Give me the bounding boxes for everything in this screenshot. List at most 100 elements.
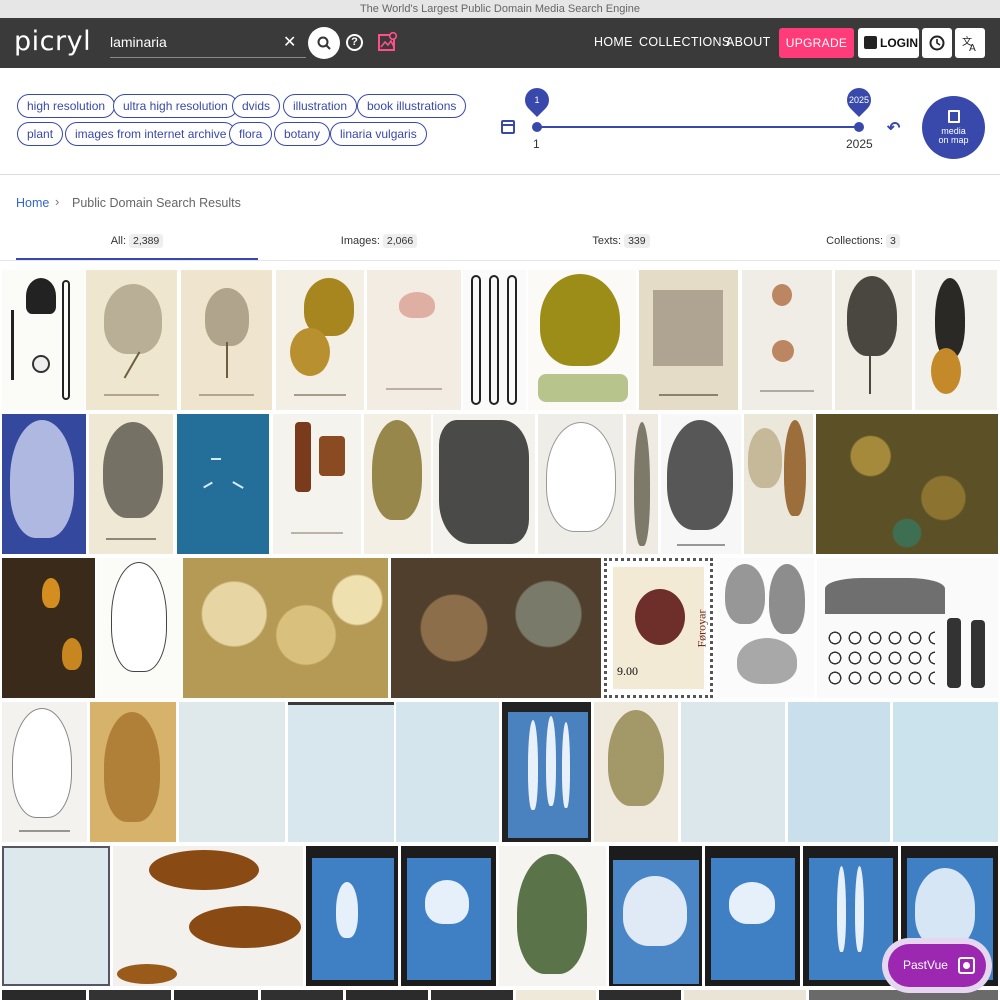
result-thumbnail[interactable] — [97, 558, 181, 698]
section-divider — [0, 174, 1000, 175]
nav-about[interactable]: ABOUT — [726, 35, 771, 49]
translate-button[interactable]: 文A — [955, 28, 985, 58]
result-thumbnail[interactable] — [717, 558, 814, 698]
chip-ultra-high-resolution[interactable]: ultra high resolution — [113, 94, 238, 118]
result-thumbnail[interactable] — [174, 990, 258, 1000]
result-thumbnail[interactable] — [599, 990, 681, 1000]
result-thumbnail[interactable] — [516, 990, 596, 1000]
result-thumbnail[interactable] — [261, 990, 343, 1000]
min-date-label: 1 — [533, 137, 540, 151]
result-thumbnail[interactable] — [742, 270, 832, 410]
history-button[interactable] — [922, 28, 952, 58]
result-thumbnail[interactable] — [816, 414, 998, 554]
result-thumbnail[interactable] — [288, 702, 394, 842]
login-button[interactable]: LOGIN — [858, 28, 919, 58]
result-thumbnail[interactable] — [306, 846, 398, 986]
result-thumbnail[interactable] — [684, 990, 806, 1000]
tab-all[interactable]: All: 2,389 — [16, 229, 258, 259]
reset-range-icon[interactable]: ↶ — [887, 118, 900, 138]
tab-texts[interactable]: Texts: 339 — [500, 229, 742, 259]
chip-plant[interactable]: plant — [17, 122, 64, 146]
nav-collections[interactable]: COLLECTIONS — [639, 35, 731, 49]
result-thumbnail[interactable] — [463, 270, 526, 410]
clear-search-icon[interactable]: ✕ — [283, 32, 296, 52]
result-thumbnail[interactable] — [433, 414, 535, 554]
tab-images[interactable]: Images: 2,066 — [258, 229, 500, 259]
top-banner: The World's Largest Public Domain Media … — [0, 0, 1000, 18]
breadcrumb-home[interactable]: Home — [16, 196, 49, 210]
camera-scan-icon — [958, 957, 975, 974]
pastvue-button[interactable]: PastVue — [888, 944, 986, 987]
search-icon — [317, 36, 331, 50]
result-thumbnail[interactable] — [401, 846, 496, 986]
result-thumbnail[interactable] — [179, 702, 285, 842]
chip-linaria-vulgaris[interactable]: linaria vulgaris — [330, 122, 427, 146]
result-thumbnail[interactable] — [2, 990, 86, 1000]
search-input[interactable] — [110, 28, 280, 56]
result-thumbnail[interactable] — [626, 414, 658, 554]
map-button-line2: on map — [938, 135, 969, 145]
result-thumbnail[interactable] — [538, 414, 623, 554]
stamp-value: 9.00 — [617, 664, 638, 678]
result-thumbnail[interactable] — [181, 270, 272, 410]
result-thumbnail[interactable] — [915, 270, 997, 410]
min-date-handle[interactable] — [532, 122, 542, 132]
result-thumbnail[interactable] — [609, 846, 702, 986]
chip-high-resolution[interactable]: high resolution — [17, 94, 116, 118]
result-thumbnail[interactable] — [89, 990, 171, 1000]
result-thumbnail[interactable] — [276, 270, 364, 410]
result-thumbnail[interactable] — [364, 414, 431, 554]
nav-home[interactable]: HOME — [594, 35, 633, 49]
result-thumbnail[interactable] — [681, 702, 785, 842]
tabs-border — [0, 260, 1000, 261]
chip-illustration[interactable]: illustration — [283, 94, 358, 118]
result-thumbnail[interactable] — [2, 702, 87, 842]
result-thumbnail[interactable] — [113, 846, 303, 986]
result-thumbnail[interactable] — [639, 270, 738, 410]
media-on-map-button[interactable]: media on map — [922, 96, 985, 159]
result-thumbnail[interactable] — [661, 414, 741, 554]
result-thumbnail[interactable] — [183, 558, 388, 698]
result-thumbnail[interactable] — [594, 702, 678, 842]
result-thumbnail[interactable] — [2, 270, 84, 410]
picryl-logo[interactable]: picryl — [14, 26, 91, 58]
result-thumbnail[interactable] — [744, 414, 813, 554]
result-thumbnail[interactable] — [499, 846, 606, 986]
result-thumbnail[interactable] — [817, 558, 998, 698]
result-thumbnail[interactable] — [346, 990, 428, 1000]
tab-collections[interactable]: Collections: 3 — [742, 229, 984, 259]
result-thumbnail[interactable] — [2, 558, 95, 698]
breadcrumb-current: Public Domain Search Results — [72, 196, 241, 210]
result-thumbnail[interactable] — [89, 414, 173, 554]
date-range-track[interactable] — [537, 126, 859, 128]
result-thumbnail[interactable] — [788, 702, 890, 842]
result-thumbnail[interactable] — [893, 702, 998, 842]
result-thumbnail[interactable] — [396, 702, 499, 842]
chip-botany[interactable]: botany — [274, 122, 331, 146]
result-thumbnail[interactable] — [86, 270, 177, 410]
chip-book-illustrations[interactable]: book illustrations — [357, 94, 467, 118]
result-thumbnail[interactable] — [705, 846, 800, 986]
max-date-handle[interactable] — [854, 122, 864, 132]
upgrade-button[interactable]: UPGRADE — [779, 28, 854, 58]
result-thumbnail[interactable] — [2, 846, 110, 986]
chip-images-from-internet-archive[interactable]: images from internet archive — [65, 122, 237, 146]
result-thumbnail[interactable] — [273, 414, 361, 554]
result-thumbnail[interactable] — [177, 414, 269, 554]
result-thumbnail[interactable] — [367, 270, 461, 410]
result-thumbnail[interactable] — [2, 414, 86, 554]
chip-flora[interactable]: flora — [229, 122, 273, 146]
stamp-thumbnail[interactable]: 9.00 Føroyar — [604, 558, 713, 698]
result-thumbnail[interactable] — [528, 270, 636, 410]
tab-collections-count: 3 — [886, 234, 900, 248]
result-thumbnail[interactable] — [90, 702, 176, 842]
result-thumbnail[interactable] — [835, 270, 912, 410]
help-icon[interactable]: ? — [346, 34, 363, 51]
result-thumbnail[interactable] — [391, 558, 601, 698]
image-search-icon[interactable] — [378, 31, 398, 52]
result-thumbnail[interactable] — [431, 990, 513, 1000]
result-thumbnail[interactable] — [502, 702, 591, 842]
search-button[interactable] — [308, 27, 340, 59]
chip-dvids[interactable]: dvids — [232, 94, 281, 118]
calendar-icon[interactable] — [501, 120, 515, 134]
